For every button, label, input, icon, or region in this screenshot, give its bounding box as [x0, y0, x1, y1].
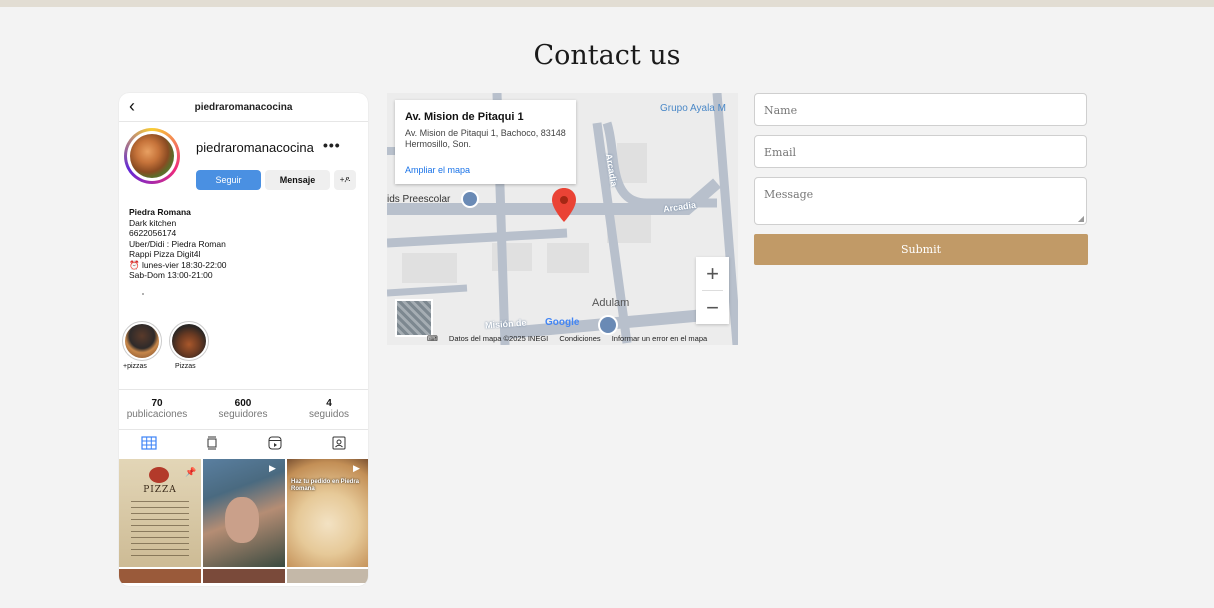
place-title: Av. Mision de Pitaqui 1	[405, 111, 524, 123]
location-pin-icon[interactable]	[552, 188, 576, 222]
bio-line: ⏰ lunes-vier 18:30-22:00	[129, 259, 227, 270]
school-marker-icon[interactable]	[461, 190, 479, 208]
profile-stats: 70 publicaciones 600 seguidores 4 seguid…	[119, 389, 368, 430]
bio-divider	[142, 293, 144, 295]
report-error-link[interactable]: Informar un error en el mapa	[612, 334, 707, 343]
stat-following[interactable]: 4 seguidos	[289, 398, 368, 420]
terms-link[interactable]: Condiciones	[559, 334, 600, 343]
feed-tab-icon[interactable]	[204, 436, 220, 450]
pizza-avatar-image	[130, 134, 174, 178]
reel-icon: ▶	[269, 463, 276, 473]
bio-line: 6622056174	[129, 228, 177, 238]
message-placeholder: Message	[764, 188, 814, 201]
more-options-icon[interactable]: •••	[323, 137, 341, 153]
google-logo: Google	[545, 317, 580, 328]
stat-number: 600	[234, 398, 252, 409]
instagram-handle: piedraromanacocina	[194, 101, 293, 113]
zoom-in-button[interactable]: +	[696, 257, 729, 290]
post-thumb[interactable]	[203, 569, 285, 583]
place-address: Av. Mision de Pitaqui 1, Bachoco, 83148 …	[405, 128, 566, 149]
map-data-credit: Datos del mapa ©2025 INEGI	[448, 334, 549, 343]
map-label: ids Preescolar	[387, 194, 451, 205]
church-marker-icon[interactable]	[598, 315, 618, 335]
name-input[interactable]: Name	[754, 93, 1087, 126]
message-button[interactable]: Mensaje	[265, 170, 330, 190]
post-caption: Haz tu pedido en Piedra Romana	[291, 479, 360, 492]
tagged-tab-icon[interactable]	[331, 436, 347, 450]
post-video[interactable]: ▶	[203, 459, 285, 567]
view-larger-map-link[interactable]: Ampliar el mapa	[405, 165, 470, 175]
highlight-label: Pizzas	[175, 363, 196, 370]
highlight-pizzas-2[interactable]	[169, 321, 209, 361]
stat-label: seguidos	[308, 409, 350, 420]
map-label: Grupo Ayala M	[660, 103, 726, 114]
email-input[interactable]: Email	[754, 135, 1087, 168]
back-arrow-icon[interactable]: ‹	[129, 96, 135, 117]
follow-button[interactable]: Seguir	[196, 170, 261, 190]
menu-text-lines	[131, 501, 189, 556]
stat-number: 70	[151, 398, 163, 409]
reels-tab-icon[interactable]	[267, 436, 283, 450]
map-place-card: Av. Mision de Pitaqui 1 Av. Mision de Pi…	[395, 100, 576, 184]
highlight-image	[172, 324, 206, 358]
submit-button[interactable]: Submit	[754, 234, 1088, 265]
highlight-image	[125, 324, 159, 358]
map-label: Adulam	[592, 297, 630, 309]
map-footer: ⌨ Datos del mapa ©2025 INEGI Condiciones…	[427, 334, 716, 343]
instagram-embed: ‹ piedraromanacocina piedraromanacocina …	[119, 93, 368, 586]
zoom-out-button[interactable]: −	[696, 291, 729, 324]
pizza-logo	[149, 467, 169, 483]
stat-label: publicaciones	[126, 409, 188, 420]
instagram-header: ‹ piedraromanacocina	[119, 93, 368, 122]
stat-label: seguidores	[218, 409, 268, 420]
top-bar	[0, 0, 1214, 7]
bio-name: Piedra Romana	[129, 207, 191, 217]
page-title: Contact us	[533, 40, 681, 71]
post-thumb[interactable]	[287, 569, 368, 583]
pin-icon: 📌	[185, 467, 197, 477]
highlight-label: +pizzas	[123, 363, 147, 370]
satellite-toggle[interactable]	[395, 299, 433, 337]
post-thumb[interactable]	[119, 569, 201, 583]
profile-name: piedraromanacocina	[196, 140, 314, 155]
add-user-button[interactable]: +ዶ	[334, 170, 356, 190]
highlight-pizzas[interactable]	[122, 321, 162, 361]
bio-line: Uber/Didi : Piedra Roman	[129, 238, 226, 249]
stat-number: 4	[326, 398, 332, 409]
grid-tab-icon[interactable]	[141, 436, 157, 450]
person-face	[225, 497, 259, 543]
reel-icon: ▶	[353, 463, 360, 473]
stat-followers[interactable]: 600 seguidores	[203, 398, 283, 420]
avatar[interactable]	[124, 128, 180, 184]
google-map[interactable]: Grupo Ayala M ids Preescolar Arcadia Arc…	[387, 93, 738, 345]
bio-line: Rappi Pizza Digit4l	[129, 249, 201, 259]
post-caption: PIZZA	[143, 485, 177, 495]
message-textarea[interactable]: Message ◢	[754, 177, 1087, 225]
profile-tabs	[119, 429, 368, 458]
resize-handle-icon[interactable]: ◢	[1078, 214, 1084, 223]
stat-posts: 70 publicaciones	[119, 398, 197, 420]
zoom-controls: + −	[696, 257, 729, 324]
profile-bio: Piedra Romana Dark kitchen 6622056174 Ub…	[129, 207, 227, 281]
bio-line: Sab-Dom 13:00-21:00	[129, 270, 213, 280]
post-menu[interactable]: PIZZA 📌	[119, 459, 201, 567]
post-pizza[interactable]: Haz tu pedido en Piedra Romana ▶	[287, 459, 368, 567]
bio-line: Dark kitchen	[129, 217, 177, 228]
keyboard-shortcuts-icon[interactable]: ⌨	[427, 334, 438, 343]
